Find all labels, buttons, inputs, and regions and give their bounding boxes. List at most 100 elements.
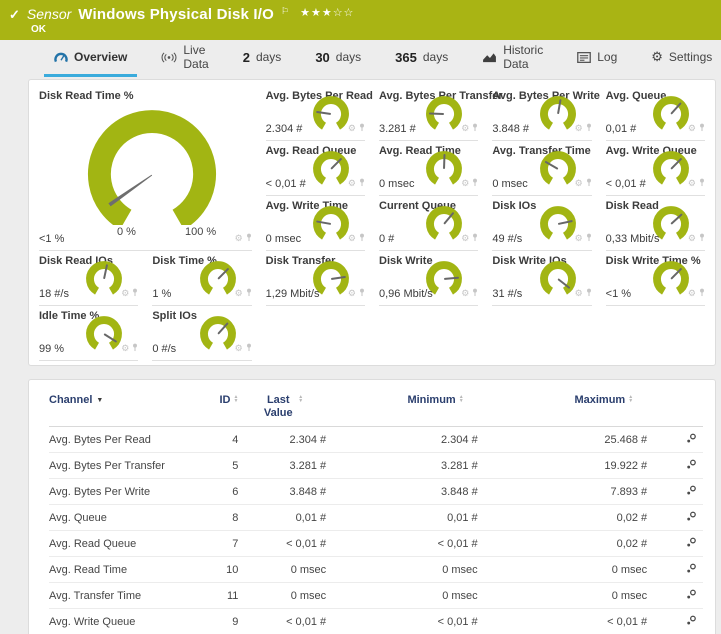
column-header-maximum[interactable]: Maximum▲▼ bbox=[478, 394, 648, 406]
channel-name[interactable]: Avg. Read Queue bbox=[49, 538, 197, 550]
pin-icon[interactable] bbox=[246, 229, 252, 247]
tab-30-days[interactable]: 30days bbox=[305, 40, 371, 77]
gear-icon[interactable]: ⚙ bbox=[575, 124, 583, 133]
pin-icon[interactable] bbox=[472, 119, 478, 137]
channel-settings-icon[interactable] bbox=[686, 485, 697, 499]
pin-icon[interactable] bbox=[472, 174, 478, 192]
pin-icon[interactable] bbox=[246, 284, 252, 302]
channel-name[interactable]: Avg. Read Time bbox=[49, 564, 197, 576]
gear-icon[interactable]: ⚙ bbox=[575, 234, 583, 243]
channel-settings-icon[interactable] bbox=[686, 511, 697, 525]
gear-icon[interactable]: ⚙ bbox=[235, 289, 243, 298]
gauge-tile[interactable]: Avg. Read Queue< 0,01 #⚙ bbox=[266, 141, 365, 196]
gear-icon[interactable]: ⚙ bbox=[461, 289, 469, 298]
gauge-tile-main[interactable]: Disk Read Time % 0 % 100 % <1 % ⚙ bbox=[39, 86, 252, 251]
gauge-tile[interactable]: Avg. Write Time0 msec⚙ bbox=[266, 196, 365, 251]
channel-name[interactable]: Avg. Bytes Per Read bbox=[49, 434, 197, 446]
gear-icon[interactable]: ⚙ bbox=[235, 344, 243, 353]
gauge-tile[interactable]: Disk IOs49 #/s⚙ bbox=[492, 196, 591, 251]
pin-icon[interactable] bbox=[359, 284, 365, 302]
gauge-tile[interactable]: Avg. Transfer Time0 msec⚙ bbox=[492, 141, 591, 196]
gear-icon[interactable]: ⚙ bbox=[688, 289, 696, 298]
pin-icon[interactable] bbox=[586, 119, 592, 137]
gear-icon[interactable]: ⚙ bbox=[575, 179, 583, 188]
column-header-minimum[interactable]: Minimum▲▼ bbox=[326, 394, 478, 406]
table-row[interactable]: Avg. Write Queue9< 0,01 #< 0,01 #< 0,01 … bbox=[49, 609, 703, 634]
gauge-tile[interactable]: Disk Read0,33 Mbit/s⚙ bbox=[606, 196, 705, 251]
pin-icon[interactable] bbox=[586, 174, 592, 192]
table-row[interactable]: Avg. Read Queue7< 0,01 #< 0,01 #0,02 # bbox=[49, 531, 703, 557]
tab-overview[interactable]: Overview bbox=[44, 40, 137, 77]
flag-icon[interactable]: ⚐ bbox=[281, 6, 289, 17]
gauge-tile[interactable]: Disk Transfer1,29 Mbit/s⚙ bbox=[266, 251, 365, 306]
tab-historic-data[interactable]: Historic Data bbox=[472, 40, 553, 77]
pin-icon[interactable] bbox=[246, 339, 252, 357]
gear-icon[interactable]: ⚙ bbox=[461, 234, 469, 243]
channel-settings-icon[interactable] bbox=[686, 589, 697, 603]
gauge-tile[interactable]: Avg. Read Time0 msec⚙ bbox=[379, 141, 478, 196]
gauge-tile[interactable]: Disk Write Time %<1 %⚙ bbox=[606, 251, 705, 306]
gauge-tile[interactable]: Avg. Bytes Per Transfer3.281 #⚙ bbox=[379, 86, 478, 141]
pin-icon[interactable] bbox=[359, 174, 365, 192]
pin-icon[interactable] bbox=[699, 174, 705, 192]
gauge-tile[interactable]: Disk Write0,96 Mbit/s⚙ bbox=[379, 251, 478, 306]
channel-name[interactable]: Avg. Bytes Per Write bbox=[49, 486, 197, 498]
gear-icon[interactable]: ⚙ bbox=[348, 179, 356, 188]
channel-settings-icon[interactable] bbox=[686, 537, 697, 551]
channel-name[interactable]: Avg. Transfer Time bbox=[49, 590, 197, 602]
gauge-tile[interactable]: Avg. Queue0,01 #⚙ bbox=[606, 86, 705, 141]
channel-name[interactable]: Avg. Write Queue bbox=[49, 616, 197, 628]
pin-icon[interactable] bbox=[699, 284, 705, 302]
channel-name[interactable]: Avg. Queue bbox=[49, 512, 197, 524]
gauge-tile[interactable]: Idle Time %99 %⚙ bbox=[39, 306, 138, 361]
gear-icon[interactable]: ⚙ bbox=[461, 124, 469, 133]
gear-icon[interactable]: ⚙ bbox=[461, 179, 469, 188]
gear-icon[interactable]: ⚙ bbox=[688, 234, 696, 243]
table-row[interactable]: Avg. Bytes Per Transfer53.281 #3.281 #19… bbox=[49, 453, 703, 479]
gear-icon[interactable]: ⚙ bbox=[121, 289, 129, 298]
table-row[interactable]: Avg. Queue80,01 #0,01 #0,02 # bbox=[49, 505, 703, 531]
table-row[interactable]: Avg. Bytes Per Write63.848 #3.848 #7.893… bbox=[49, 479, 703, 505]
gear-icon[interactable]: ⚙ bbox=[688, 124, 696, 133]
gauge-tile[interactable]: Current Queue0 #⚙ bbox=[379, 196, 478, 251]
priority-stars[interactable]: ★★★☆☆ bbox=[300, 6, 354, 19]
pin-icon[interactable] bbox=[699, 229, 705, 247]
gauge-tile[interactable]: Avg. Bytes Per Read2.304 #⚙ bbox=[266, 86, 365, 141]
gauge-tile[interactable]: Avg. Write Queue< 0,01 #⚙ bbox=[606, 141, 705, 196]
tab-live-data[interactable]: Live Data bbox=[151, 40, 218, 77]
pin-icon[interactable] bbox=[472, 229, 478, 247]
column-header-last-value[interactable]: Last Value▲▼ bbox=[238, 394, 326, 420]
pin-icon[interactable] bbox=[359, 229, 365, 247]
gear-icon[interactable]: ⚙ bbox=[575, 289, 583, 298]
gauge-tile[interactable]: Avg. Bytes Per Write3.848 #⚙ bbox=[492, 86, 591, 141]
pin-icon[interactable] bbox=[132, 339, 138, 357]
pin-icon[interactable] bbox=[359, 119, 365, 137]
channel-settings-icon[interactable] bbox=[686, 615, 697, 629]
pin-icon[interactable] bbox=[586, 284, 592, 302]
table-row[interactable]: Avg. Read Time100 msec0 msec0 msec bbox=[49, 557, 703, 583]
channel-settings-icon[interactable] bbox=[686, 459, 697, 473]
gauge-tile[interactable]: Split IOs0 #/s⚙ bbox=[152, 306, 251, 361]
gauge-tile[interactable]: Disk Read IOs18 #/s⚙ bbox=[39, 251, 138, 306]
gear-icon[interactable]: ⚙ bbox=[348, 234, 356, 243]
channel-name[interactable]: Avg. Bytes Per Transfer bbox=[49, 460, 197, 472]
gauge-tile[interactable]: Disk Write IOs31 #/s⚙ bbox=[492, 251, 591, 306]
pin-icon[interactable] bbox=[132, 284, 138, 302]
tab-settings[interactable]: ⚙Settings bbox=[641, 40, 721, 77]
tab-2-days[interactable]: 2days bbox=[233, 40, 292, 77]
gear-icon[interactable]: ⚙ bbox=[235, 234, 243, 243]
channel-settings-icon[interactable] bbox=[686, 563, 697, 577]
table-row[interactable]: Avg. Bytes Per Read42.304 #2.304 #25.468… bbox=[49, 427, 703, 453]
gear-icon[interactable]: ⚙ bbox=[688, 179, 696, 188]
column-header-id[interactable]: ID▲▼ bbox=[197, 394, 239, 406]
channel-settings-icon[interactable] bbox=[686, 433, 697, 447]
tab-log[interactable]: Log bbox=[567, 40, 627, 77]
column-header-channel[interactable]: Channel▼ bbox=[49, 394, 197, 406]
gear-icon[interactable]: ⚙ bbox=[121, 344, 129, 353]
table-row[interactable]: Avg. Transfer Time110 msec0 msec0 msec bbox=[49, 583, 703, 609]
pin-icon[interactable] bbox=[699, 119, 705, 137]
gauge-tile[interactable]: Disk Time %1 %⚙ bbox=[152, 251, 251, 306]
pin-icon[interactable] bbox=[472, 284, 478, 302]
tab-365-days[interactable]: 365days bbox=[385, 40, 458, 77]
pin-icon[interactable] bbox=[586, 229, 592, 247]
